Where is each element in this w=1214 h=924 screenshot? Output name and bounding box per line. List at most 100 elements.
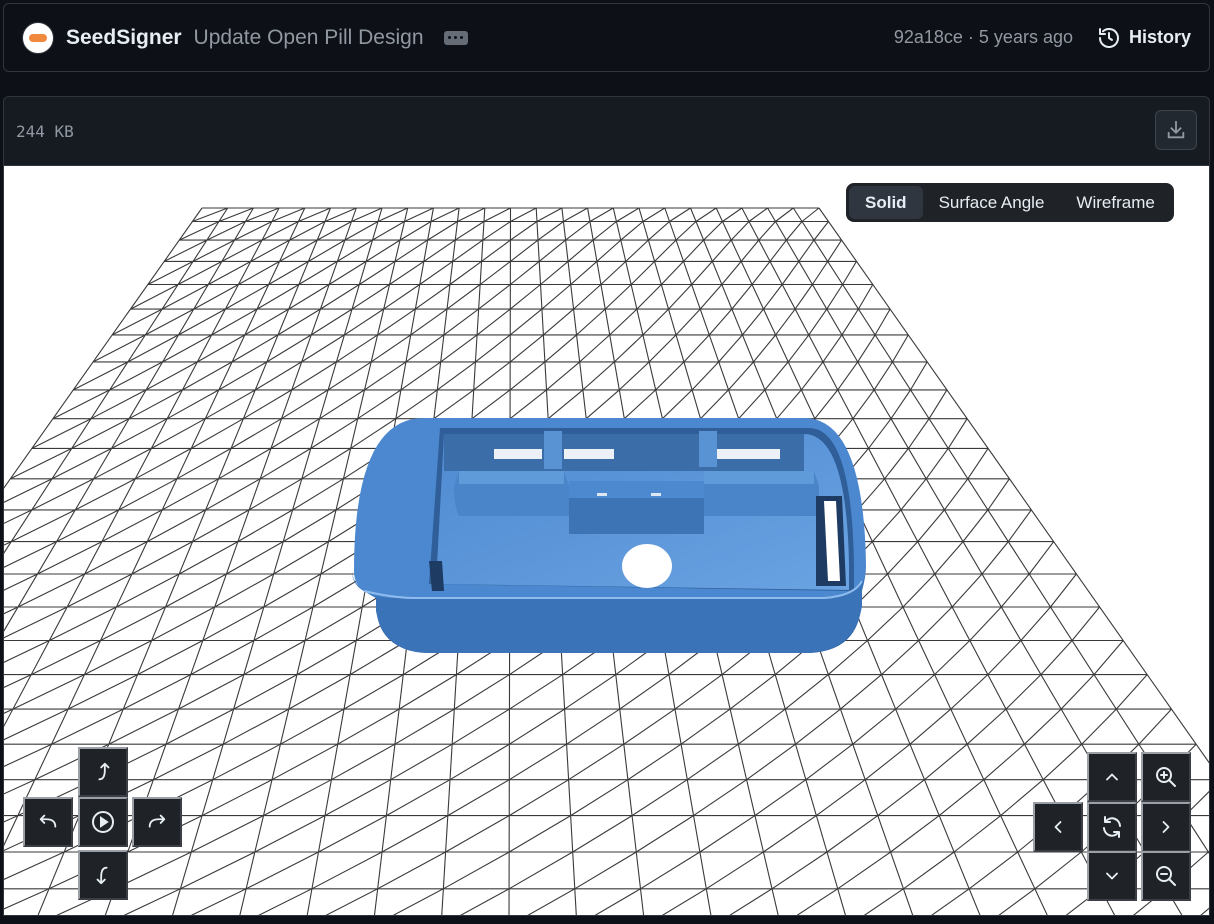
- grid-line: [116, 573, 180, 608]
- rotate-down-button[interactable]: [78, 850, 128, 900]
- grid-line: [596, 239, 622, 262]
- pan-up-button[interactable]: [1087, 752, 1137, 802]
- grid-line: [510, 239, 539, 262]
- grid-line: [805, 743, 854, 781]
- download-button[interactable]: [1155, 110, 1197, 150]
- grid-line: [178, 541, 239, 575]
- grid-line: [640, 851, 701, 890]
- grid-line: [1040, 640, 1073, 675]
- expand-commit-button[interactable]: [443, 30, 468, 45]
- grid-line: [631, 779, 688, 817]
- grid-line: [454, 221, 485, 241]
- grid-line: [131, 541, 193, 575]
- pan-left-button[interactable]: [1033, 802, 1083, 852]
- rotate-right-button[interactable]: [132, 797, 182, 847]
- grid-line: [536, 207, 563, 222]
- grid-line: [648, 334, 677, 363]
- grid-line: [508, 851, 573, 890]
- grid-line: [837, 361, 859, 391]
- grid-line: [398, 674, 457, 710]
- grid-line: [483, 207, 511, 222]
- grid-line: [900, 478, 927, 511]
- viewer-scene[interactable]: [4, 166, 1210, 916]
- grid-line: [147, 260, 194, 285]
- grid-line: [451, 708, 510, 745]
- grid-line: [201, 779, 273, 817]
- play-button[interactable]: [78, 797, 128, 847]
- grid-line: [708, 308, 733, 336]
- pan-right-button[interactable]: [1141, 802, 1191, 852]
- grid-line: [66, 573, 133, 608]
- grid-line: [655, 361, 685, 391]
- grid-line: [243, 389, 292, 420]
- grid-line: [508, 779, 569, 817]
- grid-line: [675, 308, 701, 336]
- grid-line: [594, 888, 641, 915]
- grid-line: [582, 361, 615, 391]
- grid-line: [218, 447, 272, 480]
- grid-line: [589, 207, 614, 222]
- grid-line: [510, 221, 538, 241]
- pan-down-button[interactable]: [1087, 851, 1137, 901]
- grid-line: [798, 239, 815, 262]
- grid-line: [931, 888, 970, 915]
- mode-solid[interactable]: Solid: [849, 186, 923, 219]
- grid-line: [49, 606, 117, 641]
- grid-line: [271, 743, 338, 781]
- grid-line: [785, 221, 803, 241]
- history-label: History: [1128, 27, 1191, 47]
- grid-line: [449, 260, 482, 285]
- grid-line: [868, 418, 892, 449]
- commit-message[interactable]: Update Open Pill Design: [194, 26, 424, 50]
- history-button[interactable]: History: [1097, 26, 1191, 50]
- mode-surface-angle[interactable]: Surface Angle: [923, 186, 1061, 219]
- grid-line: [392, 888, 444, 915]
- grid-line: [4, 509, 33, 524]
- grid-line: [826, 815, 879, 853]
- play-icon: [92, 811, 114, 833]
- grid-line: [4, 674, 32, 689]
- grid-line: [675, 221, 697, 241]
- author-avatar[interactable]: [22, 21, 54, 54]
- grid-line: [748, 207, 768, 222]
- grid-line: [509, 743, 567, 781]
- grid-line: [630, 261, 655, 285]
- rotate-left-button[interactable]: [23, 797, 73, 847]
- grid-line: [700, 389, 729, 420]
- commit-sha-time[interactable]: 92a18ce · 5 years ago: [894, 27, 1073, 48]
- grid-line: [165, 573, 227, 608]
- stl-viewer[interactable]: Solid Surface Angle Wireframe: [3, 165, 1210, 916]
- grid-line: [544, 334, 577, 363]
- grid-line: [546, 361, 581, 391]
- grid-line: [840, 674, 882, 710]
- grid-line: [699, 815, 756, 853]
- mode-wireframe[interactable]: Wireframe: [1060, 186, 1170, 219]
- grid-line: [4, 743, 52, 768]
- grid-line: [892, 334, 909, 363]
- grid-line: [509, 308, 543, 336]
- grid-line: [746, 743, 796, 781]
- grid-line: [296, 640, 357, 676]
- view-mode-toggle: Solid Surface Angle Wireframe: [846, 183, 1174, 222]
- grid-line: [1005, 674, 1042, 710]
- grid-line: [925, 448, 949, 480]
- grid-line: [337, 708, 400, 745]
- grid-line: [430, 207, 460, 222]
- grid-line: [218, 207, 254, 223]
- grid-line: [740, 239, 760, 262]
- reset-view-button[interactable]: [1087, 802, 1137, 852]
- grid-line: [254, 815, 326, 853]
- zoom-in-button[interactable]: [1141, 752, 1191, 802]
- grid-line: [473, 361, 511, 391]
- grid-line: [680, 708, 731, 745]
- grid-line: [837, 851, 891, 890]
- rotate-up-button[interactable]: [78, 747, 128, 797]
- grid-line: [4, 606, 19, 615]
- zoom-out-button[interactable]: [1141, 851, 1191, 901]
- grid-line: [661, 888, 707, 915]
- grid-line: [84, 640, 152, 676]
- grid-line: [566, 708, 621, 745]
- grid-line: [541, 284, 572, 310]
- enclosure-model[interactable]: [352, 418, 866, 653]
- commit-author[interactable]: SeedSigner: [66, 26, 182, 50]
